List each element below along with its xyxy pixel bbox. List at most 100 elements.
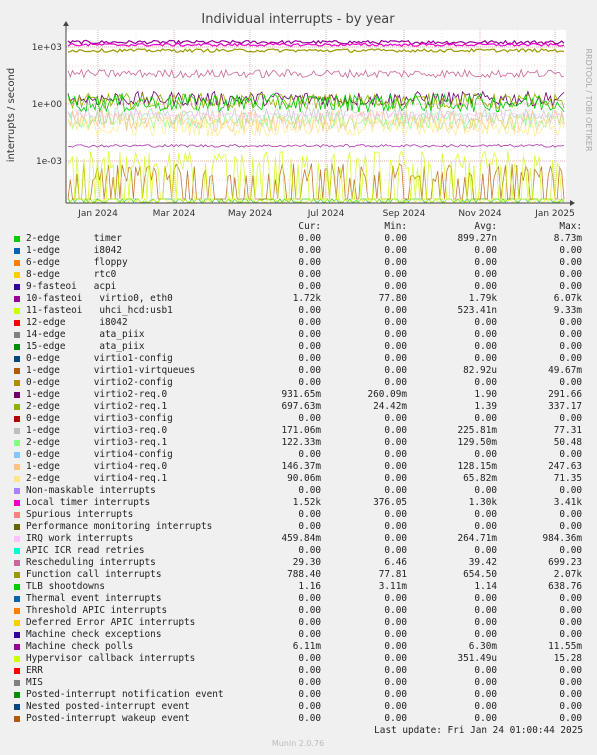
legend-series-name: 11-fasteoi uhci_hcd:usb1: [26, 305, 173, 316]
legend-series-name: 0-edge virtio1-config: [26, 353, 173, 364]
legend-series-name: Thermal event interrupts: [26, 593, 162, 604]
legend-series-name: Non-maskable interrupts: [26, 485, 156, 496]
legend-max-value: 291.66: [548, 389, 582, 400]
legend-row: Rescheduling interrupts 29.30 6.46 39.42 699…: [0, 557, 597, 569]
legend-avg-value: 0.00: [474, 593, 497, 604]
legend-avg-value: 0.00: [474, 689, 497, 700]
legend-cur-value: 0.00: [298, 509, 321, 520]
legend-row: TLB shootdowns 1.16 3.11m 1.14 638.76: [0, 581, 597, 593]
legend-row: Spurious interrupts 0.00 0.00 0.00 0.00: [0, 509, 597, 521]
legend-avg-value: 0.00: [474, 281, 497, 292]
legend-max-value: 3.41k: [553, 497, 582, 508]
legend-swatch: [14, 368, 20, 374]
legend-max-value: 0.00: [559, 485, 582, 496]
legend-row: 14-edge ata_piix 0.00 0.00 0.00 0.00: [0, 329, 597, 341]
legend-cur-value: 0.00: [298, 329, 321, 340]
legend-row: 2-edge virtio2-req.1 697.63m 24.42m 1.39 337…: [0, 401, 597, 413]
legend-swatch: [14, 512, 20, 518]
legend-avg-value: 351.49u: [457, 653, 497, 664]
legend-cur-value: 0.00: [298, 713, 321, 724]
legend-series-name: 1-edge virtio2-req.0: [26, 389, 168, 400]
legend-swatch: [14, 464, 20, 470]
x-tick-label: Jan 2024: [77, 209, 118, 219]
legend-series-name: MIS: [26, 677, 43, 688]
legend-max-value: 0.00: [559, 701, 582, 712]
legend-min-value: 0.00: [384, 413, 407, 424]
legend-swatch: [14, 452, 20, 458]
legend-avg-value: 1.90: [474, 389, 497, 400]
col-avg-header: Avg:: [474, 221, 497, 232]
legend-swatch: [14, 296, 20, 302]
legend-swatch: [14, 356, 20, 362]
chart-title: Individual interrupts - by year: [201, 12, 395, 27]
legend-max-value: 0.00: [559, 377, 582, 388]
legend-cur-value: 0.00: [298, 413, 321, 424]
legend-series-name: 1-edge i8042: [26, 245, 122, 256]
legend-swatch: [14, 248, 20, 254]
legend-max-value: 247.63: [548, 461, 582, 472]
legend-min-value: 0.00: [384, 617, 407, 628]
legend-max-value: 49.67m: [548, 365, 582, 376]
legend-avg-value: 0.00: [474, 485, 497, 496]
legend-max-value: 50.48: [553, 437, 582, 448]
legend-min-value: 3.11m: [378, 581, 407, 592]
legend-avg-value: 0.00: [474, 257, 497, 268]
legend-cur-value: 0.00: [298, 317, 321, 328]
y-axis-label: interrupts / second: [6, 68, 17, 162]
legend-series-name: Nested posted-interrupt event: [26, 701, 190, 712]
legend-max-value: 699.23: [548, 557, 582, 568]
legend-min-value: 0.00: [384, 281, 407, 292]
legend-swatch: [14, 596, 20, 602]
legend-avg-value: 0.00: [474, 605, 497, 616]
x-tick-label: May 2024: [228, 209, 273, 219]
legend-row: IRQ work interrupts 459.84m 0.00 264.71m 984…: [0, 533, 597, 545]
legend-swatch: [14, 704, 20, 710]
legend-row: 2-edge timer 0.00 0.00 899.27n 8.73m: [0, 233, 597, 245]
legend-swatch: [14, 332, 20, 338]
legend-min-value: 0.00: [384, 545, 407, 556]
legend-row: 0-edge virtio1-config 0.00 0.00 0.00 0.00: [0, 353, 597, 365]
col-cur-header: Cur:: [298, 221, 321, 232]
y-tick-label: 1e+03: [32, 43, 62, 53]
legend-max-value: 638.76: [548, 581, 582, 592]
legend-max-value: 0.00: [559, 677, 582, 688]
legend-row: 1-edge virtio4-req.0 146.37m 0.00 128.15m 24…: [0, 461, 597, 473]
legend-row: Posted-interrupt notification event 0.00 0…: [0, 689, 597, 701]
legend-cur-value: 0.00: [298, 281, 321, 292]
legend-avg-value: 39.42: [468, 557, 497, 568]
legend-min-value: 0.00: [384, 305, 407, 316]
legend-cur-value: 29.30: [292, 557, 321, 568]
legend-min-value: 0.00: [384, 533, 407, 544]
legend-swatch: [14, 320, 20, 326]
legend-avg-value: 129.50m: [457, 437, 497, 448]
legend-cur-value: 0.00: [298, 653, 321, 664]
legend-avg-value: 0.00: [474, 713, 497, 724]
legend-swatch: [14, 608, 20, 614]
legend-swatch: [14, 548, 20, 554]
legend-max-value: 0.00: [559, 413, 582, 424]
legend-row: 1-edge virtio1-virtqueues 0.00 0.00 82.92u 4…: [0, 365, 597, 377]
legend-series-name: 0-edge virtio3-config: [26, 413, 173, 424]
legend-min-value: 0.00: [384, 677, 407, 688]
legend-avg-value: 1.39: [474, 401, 497, 412]
legend-row: Deferred Error APIC interrupts 0.00 0.00 0.…: [0, 617, 597, 629]
legend-cur-value: 0.00: [298, 629, 321, 640]
legend-cur-value: 0.00: [298, 593, 321, 604]
legend-row: 1-edge virtio2-req.0 931.65m 260.09m 1.90 29…: [0, 389, 597, 401]
legend-max-value: 0.00: [559, 269, 582, 280]
legend-avg-value: 0.00: [474, 701, 497, 712]
legend-min-value: 0.00: [384, 473, 407, 484]
legend-series-name: 1-edge virtio1-virtqueues: [26, 365, 196, 376]
legend-max-value: 0.00: [559, 545, 582, 556]
legend-swatch: [14, 668, 20, 674]
legend-min-value: 6.46: [384, 557, 407, 568]
legend-row: Thermal event interrupts 0.00 0.00 0.00 0.00: [0, 593, 597, 605]
y-tick-label: 1e-03: [36, 157, 62, 167]
legend-min-value: 0.00: [384, 245, 407, 256]
legend-swatch: [14, 656, 20, 662]
legend-series-name: 2-edge timer: [26, 233, 122, 244]
legend-cur-value: 697.63m: [281, 401, 321, 412]
legend-swatch: [14, 572, 20, 578]
legend-swatch: [14, 560, 20, 566]
legend-max-value: 0.00: [559, 281, 582, 292]
